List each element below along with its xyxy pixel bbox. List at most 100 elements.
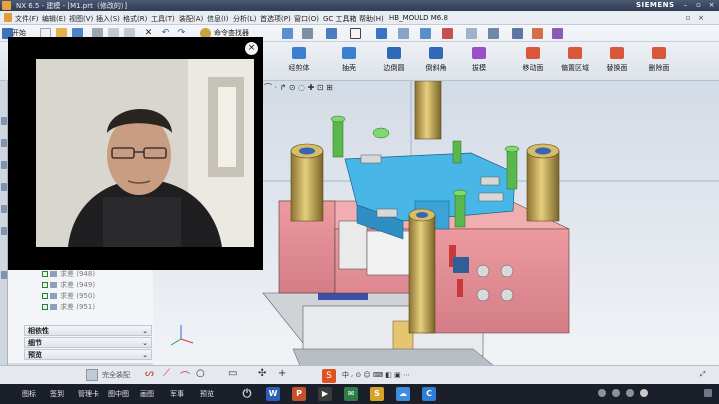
close-icon[interactable]: × (245, 42, 258, 55)
plus-icon[interactable]: + (278, 368, 286, 379)
dependencies-panel-header[interactable]: 相依性 ⌄ (24, 325, 152, 336)
hb-mould-icon[interactable] (552, 28, 563, 39)
measure-icon[interactable] (512, 28, 523, 39)
power-icon[interactable]: ⏻ (240, 387, 254, 401)
wcs-icon[interactable] (420, 28, 431, 39)
delete-face-button[interactable]: 删除面 (641, 47, 677, 79)
arc-icon[interactable]: ⌒ (180, 368, 190, 383)
checkbox-icon[interactable] (42, 282, 48, 288)
media-player-app-icon[interactable]: ▶ (318, 387, 332, 401)
menubar-close-icon[interactable]: × (696, 13, 706, 23)
offset-region-button[interactable]: 偏置区域 (557, 47, 593, 79)
circle-icon[interactable]: ○ (196, 368, 205, 379)
details-panel-header[interactable]: 细节 ⌄ (24, 337, 152, 348)
menu-view[interactable]: 视图(V) (69, 14, 93, 24)
menu-tools[interactable]: 工具(T) (151, 14, 175, 24)
snap-icon[interactable] (398, 28, 409, 39)
taskbar-item[interactable]: 管理卡 (78, 389, 99, 399)
move-face-button[interactable]: 移动面 (515, 47, 551, 79)
cloud-app-icon[interactable]: ☁ (396, 387, 410, 401)
menu-gc-toolbox[interactable]: GC 工具箱 (323, 14, 357, 24)
roles-icon[interactable] (1, 271, 7, 279)
part-navigator-icon[interactable] (1, 161, 7, 169)
sogou-app-icon[interactable]: S (370, 387, 384, 401)
mould-wizard-icon[interactable] (532, 28, 543, 39)
menu-analysis[interactable]: 分析(L) (233, 14, 256, 24)
taskbar-item[interactable]: 军事 (170, 389, 184, 399)
view-orient-icon[interactable] (302, 28, 313, 39)
line-icon[interactable]: ⟋ (163, 368, 170, 379)
menu-help[interactable]: 帮助(H) (359, 14, 384, 24)
existing-point-icon[interactable]: ⊡ (317, 83, 326, 92)
snap-icon[interactable]: ✣ (258, 368, 266, 379)
shaded-edges-icon[interactable] (350, 28, 361, 39)
feature-row[interactable]: 求差 (948) (42, 269, 95, 279)
ime-toolbar[interactable]: 中 ⸴ ⊙ ☺ ⌨ ◧ ▣ ⋯ (342, 370, 410, 380)
network-tray-icon[interactable] (598, 389, 606, 397)
menubar-restore-icon[interactable]: ▫ (683, 13, 693, 23)
view-fit-icon[interactable] (282, 28, 293, 39)
center-icon[interactable]: ⊙ (289, 83, 298, 92)
rectangle-icon[interactable]: ▭ (228, 368, 237, 379)
analysis-icon[interactable] (442, 28, 453, 39)
history-icon[interactable] (1, 205, 7, 213)
volume-tray-icon[interactable] (612, 389, 620, 397)
selection-scope-dropdown[interactable]: 完全装配 (102, 370, 130, 380)
mail-app-icon[interactable]: ✉ (344, 387, 358, 401)
minimize-icon[interactable]: – (681, 1, 690, 10)
wcs-triad-icon[interactable] (170, 325, 194, 346)
bounded-grid-icon[interactable]: ⊞ (326, 83, 333, 92)
ime-tray-icon[interactable] (626, 389, 634, 397)
intersection-icon[interactable]: ✚ (308, 83, 317, 92)
draft-button[interactable]: 拔模 (461, 47, 497, 79)
reuse-library-icon[interactable] (1, 183, 7, 191)
show-hide-icon[interactable] (488, 28, 499, 39)
constraint-navigator-icon[interactable] (1, 139, 7, 147)
layer-icon[interactable] (376, 28, 387, 39)
taskbar-item[interactable]: 签到 (50, 389, 64, 399)
menu-assembly[interactable]: 装配(A) (179, 14, 203, 24)
quadrant-icon[interactable]: ◌ (298, 83, 308, 92)
assembly-navigator-icon[interactable] (1, 117, 7, 125)
taskbar-item[interactable]: 图中图 (108, 389, 129, 399)
powerpoint-app-icon[interactable]: P (292, 387, 306, 401)
taskbar-item[interactable]: 图标 (22, 389, 36, 399)
close-window-icon[interactable]: × (707, 1, 716, 10)
checkbox-icon[interactable] (42, 271, 48, 277)
feature-row[interactable]: 求差 (951) (42, 302, 95, 312)
menu-file[interactable]: 文件(F) (15, 14, 39, 24)
render-style-icon[interactable] (326, 28, 337, 39)
sogou-ime-icon[interactable]: S (322, 369, 336, 383)
menu-edit[interactable]: 编辑(E) (42, 14, 66, 24)
arc-icon[interactable]: ⌒ (264, 83, 275, 92)
feature-row[interactable]: 求差 (950) (42, 291, 95, 301)
menu-window[interactable]: 窗口(O) (294, 14, 319, 24)
shell-button[interactable]: 抽壳 (331, 47, 367, 79)
preview-panel-header[interactable]: 预览 ⌄ (24, 349, 152, 360)
clock-tray-icon[interactable] (640, 389, 648, 397)
maximize-icon[interactable]: ▫ (694, 1, 703, 10)
system-materials-icon[interactable] (1, 227, 7, 235)
filter-icon[interactable] (86, 369, 98, 381)
show-desktop-icon[interactable] (704, 389, 712, 397)
menu-hb-mould[interactable]: HB_MOULD M6.8 (389, 14, 448, 22)
view-triad-icon[interactable]: ⤢ (700, 370, 706, 379)
tangent-icon[interactable]: ↱ (280, 83, 289, 92)
menu-format[interactable]: 格式(R) (123, 14, 147, 24)
taskbar-item[interactable]: 画图 (140, 389, 154, 399)
word-app-icon[interactable]: W (266, 387, 280, 401)
checkbox-icon[interactable] (42, 304, 48, 310)
browser-app-icon[interactable]: C (422, 387, 436, 401)
spline-icon[interactable]: ᔕ (145, 368, 154, 379)
edge-blend-button[interactable]: 边倒圆 (376, 47, 412, 79)
menu-preferences[interactable]: 首选项(P) (260, 14, 291, 24)
select-filter-icon[interactable] (466, 28, 477, 39)
trim-body-button[interactable]: 经剪体 (281, 47, 317, 79)
taskbar-item[interactable]: 预览 (200, 389, 214, 399)
feature-row[interactable]: 求差 (949) (42, 280, 95, 290)
menu-insert[interactable]: 插入(S) (96, 14, 120, 24)
chamfer-button[interactable]: 倒斜角 (418, 47, 454, 79)
checkbox-icon[interactable] (42, 293, 48, 299)
menu-info[interactable]: 信息(I) (207, 14, 229, 24)
replace-face-button[interactable]: 替换面 (599, 47, 635, 79)
